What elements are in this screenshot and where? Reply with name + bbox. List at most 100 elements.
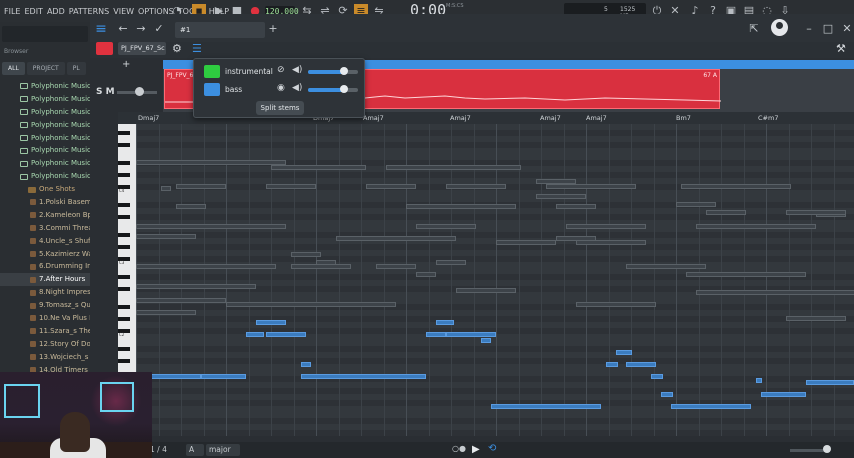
bass-note[interactable] — [446, 332, 496, 337]
black-key[interactable] — [118, 305, 130, 309]
instrumental-note[interactable] — [546, 184, 636, 189]
bass-note[interactable] — [606, 362, 618, 367]
instrumental-note[interactable] — [226, 302, 396, 307]
black-key[interactable] — [118, 161, 130, 165]
instrumental-note[interactable] — [576, 240, 646, 245]
close-icon[interactable]: ✕ — [840, 22, 854, 36]
bass-note[interactable] — [266, 332, 306, 337]
solo-mute-label[interactable]: S M — [96, 87, 115, 97]
browser-item[interactable]: One Shots — [0, 183, 90, 196]
bass-note[interactable] — [436, 320, 454, 325]
black-key[interactable] — [118, 173, 130, 177]
menu-file[interactable]: FILE — [0, 7, 22, 16]
instrumental-note[interactable] — [576, 302, 656, 307]
browser-item[interactable]: 11.Szara_s Ther — [0, 325, 90, 338]
instrumental-note[interactable] — [136, 284, 256, 289]
instrumental-note[interactable] — [496, 240, 556, 245]
pattern-color-chip[interactable] — [96, 42, 113, 55]
bass-note[interactable] — [256, 320, 286, 325]
browser-item[interactable]: Polyphonic Music — [0, 132, 90, 145]
zoom-knob[interactable] — [823, 445, 831, 453]
minimize-icon[interactable]: – — [802, 22, 816, 36]
add-tab-icon[interactable]: + — [266, 22, 280, 36]
stem-volume-knob[interactable] — [340, 67, 348, 75]
browser-item[interactable]: 5.Kazimierz Wa — [0, 248, 90, 261]
check-icon[interactable]: ✓ — [152, 22, 166, 36]
browser-item[interactable]: Polyphonic Music — [0, 93, 90, 106]
bass-note[interactable] — [146, 374, 201, 379]
bass-note[interactable] — [426, 332, 446, 337]
instrumental-note[interactable] — [161, 186, 171, 191]
instrumental-note[interactable] — [176, 204, 206, 209]
instrumental-note[interactable] — [136, 298, 226, 303]
instrumental-note[interactable] — [706, 210, 746, 215]
tab-all[interactable]: ALL — [2, 62, 25, 75]
browser-item[interactable]: 4.Uncle_s Shuff — [0, 235, 90, 248]
hammer-icon[interactable]: ⚒ — [836, 42, 846, 55]
instrumental-note[interactable] — [626, 264, 706, 269]
black-key[interactable] — [118, 275, 130, 279]
black-key[interactable] — [118, 131, 130, 135]
black-key[interactable] — [118, 317, 130, 321]
instrumental-note[interactable] — [136, 160, 286, 165]
black-key[interactable] — [118, 143, 130, 147]
instrumental-note[interactable] — [291, 252, 321, 257]
browser-item[interactable]: 13.Wojciech_s V — [0, 351, 90, 364]
bass-note[interactable] — [671, 404, 751, 409]
pattern-name-field[interactable]: PJ_FPV_67_Sc — [118, 42, 166, 55]
instrumental-note[interactable] — [406, 204, 516, 209]
browser-item[interactable]: 9.Tomasz_s Qui — [0, 299, 90, 312]
track-volume-knob[interactable] — [135, 87, 144, 96]
bass-note[interactable] — [301, 362, 311, 367]
instrumental-note[interactable] — [176, 184, 226, 189]
maximize-icon[interactable]: □ — [821, 22, 835, 36]
instrumental-note[interactable] — [456, 288, 516, 293]
list-icon[interactable]: ☰ — [192, 42, 202, 55]
browser-item[interactable]: 3.Commi Threat — [0, 222, 90, 235]
instrumental-note[interactable] — [696, 290, 854, 295]
browser-item[interactable]: 6.Drumming In — [0, 260, 90, 273]
forward-icon[interactable]: → — [134, 22, 148, 36]
bass-note[interactable] — [661, 392, 673, 397]
instrumental-note[interactable] — [136, 224, 286, 229]
instrumental-note[interactable] — [136, 264, 276, 269]
browser-item[interactable]: 12.Story Of Dor — [0, 338, 90, 351]
add-track-icon[interactable]: + — [122, 59, 130, 70]
chord-label[interactable]: Amaj7 — [363, 114, 384, 122]
browser-item[interactable]: Polyphonic Music — [0, 170, 90, 183]
note-grid[interactable] — [136, 124, 854, 436]
instrumental-note[interactable] — [136, 310, 196, 315]
browser-item[interactable]: Polyphonic Music — [0, 157, 90, 170]
tab-project[interactable]: PROJECT — [26, 62, 65, 75]
instrumental-note[interactable] — [681, 184, 791, 189]
volume-icon[interactable]: ◀) — [292, 65, 302, 75]
eye-icon[interactable]: ◉ — [277, 83, 285, 93]
scale-select[interactable]: major — [206, 444, 240, 456]
bass-note[interactable] — [246, 332, 264, 337]
browser-item[interactable]: 2.Kameleon Bpi — [0, 209, 90, 222]
eye-off-icon[interactable]: ⊘ — [277, 65, 285, 75]
bass-note[interactable] — [806, 380, 854, 385]
play-button[interactable]: ▶ — [472, 444, 480, 455]
instrumental-note[interactable] — [336, 236, 456, 241]
instrumental-note[interactable] — [696, 224, 816, 229]
browser-item[interactable]: Polyphonic Music — [0, 80, 90, 93]
bass-note[interactable] — [651, 374, 663, 379]
instrumental-note[interactable] — [686, 272, 806, 277]
key-select[interactable]: A — [186, 444, 204, 456]
piano-keyboard[interactable]: C4 C3 C2 — [118, 124, 136, 374]
instrumental-note[interactable] — [786, 316, 846, 321]
black-key[interactable] — [118, 233, 130, 237]
instrumental-note[interactable] — [676, 202, 716, 207]
instrumental-note[interactable] — [386, 165, 521, 170]
black-key[interactable] — [118, 287, 130, 291]
bass-note[interactable] — [626, 362, 656, 367]
bass-note[interactable] — [756, 378, 762, 383]
black-key[interactable] — [118, 245, 130, 249]
avatar[interactable] — [771, 19, 788, 36]
browser-item[interactable]: 10.Ne Va Plus B — [0, 312, 90, 325]
bass-note[interactable] — [481, 338, 491, 343]
instrumental-note[interactable] — [556, 204, 596, 209]
tab-plugin[interactable]: PL — [66, 62, 86, 75]
menu-add[interactable]: ADD — [45, 7, 67, 16]
